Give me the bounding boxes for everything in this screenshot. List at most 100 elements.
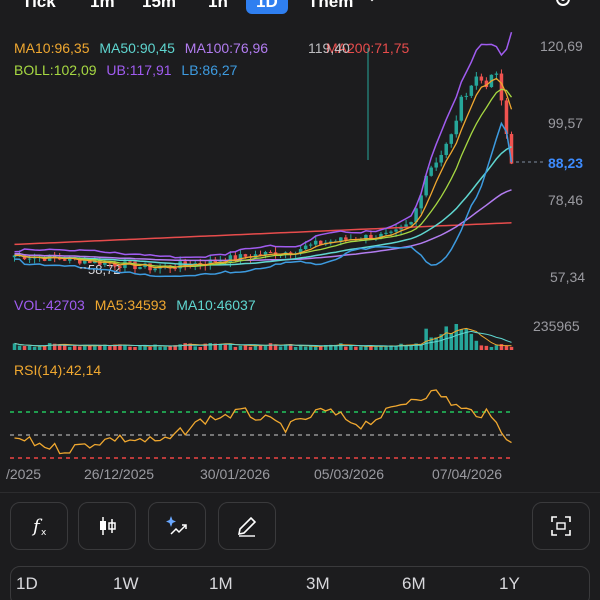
candle-body [384, 232, 388, 234]
range-1y[interactable]: 1Y [499, 574, 520, 594]
candle-body [464, 95, 469, 97]
volume-bar [349, 345, 353, 350]
volume-bar [233, 346, 238, 350]
candle-body [494, 73, 499, 75]
volume-bar [128, 346, 132, 350]
price-chart[interactable] [0, 0, 600, 480]
volume-bar [479, 345, 484, 350]
volume-bar [193, 346, 197, 350]
volume-bar [88, 345, 92, 350]
volume-bar [344, 346, 348, 350]
candle-body [449, 134, 454, 144]
volume-bar [47, 343, 52, 350]
date-label-5: 07/04/2026 [432, 466, 503, 482]
volume-bar [489, 346, 494, 350]
volume-bar [303, 346, 308, 350]
volume-bar [93, 346, 97, 350]
volume-bar [504, 345, 509, 350]
candle-body [459, 96, 464, 121]
vol-value: VOL:42703 [14, 297, 85, 313]
vol-ma5-value: MA5:34593 [94, 297, 167, 313]
candle-body [118, 266, 122, 268]
volume-bar [374, 346, 378, 350]
rsi-legend: RSI(14):42,14 [14, 362, 102, 378]
candle-body [313, 240, 318, 245]
candle-body [404, 224, 408, 227]
range-6m[interactable]: 6M [402, 574, 426, 594]
volume-bar [268, 343, 273, 350]
volume-bar [67, 346, 72, 350]
candle-body [469, 85, 474, 96]
volume-bar [248, 346, 253, 350]
ma200-line [14, 222, 512, 246]
date-label-3: 30/01/2026 [200, 466, 271, 482]
ma10-line [14, 77, 513, 269]
candle-body [389, 231, 393, 233]
volume-bar [223, 344, 228, 350]
volume-bar [12, 343, 17, 350]
volume-bar [434, 337, 438, 350]
candle-body [83, 260, 87, 264]
volume-bar [469, 333, 474, 350]
volume-bar [258, 345, 263, 350]
boll-mid-line [14, 88, 513, 268]
candle-body [27, 258, 32, 260]
range-1m[interactable]: 1M [209, 574, 233, 594]
volume-bar [509, 346, 514, 350]
pencil-icon [237, 516, 257, 537]
volume-axis-max: 235965 [533, 318, 580, 334]
candle-body [444, 143, 448, 155]
function-icon: fx [31, 516, 47, 538]
candle-body [228, 255, 233, 263]
volume-bar [384, 346, 388, 350]
volume-bar [17, 345, 22, 350]
candle-body [479, 76, 484, 81]
candle-body [439, 154, 443, 163]
chart-type-button[interactable] [78, 502, 136, 550]
volume-bar [133, 346, 137, 350]
volume-bar [339, 343, 343, 350]
svg-text:x: x [41, 528, 47, 538]
volume-bar [293, 346, 298, 350]
volume-bar [32, 346, 37, 350]
candle-body [268, 251, 273, 253]
indicator-button[interactable]: fx [10, 502, 68, 550]
vol-ma10-value: MA10:46037 [176, 297, 256, 313]
volume-bar [424, 328, 428, 350]
volume-bar [449, 333, 454, 350]
rsi-line [14, 389, 512, 455]
volume-bar [208, 343, 213, 350]
candle-body [344, 237, 348, 240]
candle-body [474, 76, 479, 86]
fullscreen-button[interactable] [532, 502, 590, 550]
draw-button[interactable] [218, 502, 276, 550]
volume-bar [108, 346, 112, 350]
divider [0, 492, 600, 493]
candles-group [12, 48, 514, 274]
range-3m[interactable]: 3M [306, 574, 330, 594]
candle-body [128, 261, 132, 263]
candle-body [429, 167, 433, 176]
volume-bar [158, 346, 162, 350]
volume-bar [484, 345, 489, 350]
candle-body [409, 222, 413, 225]
volume-bar [263, 345, 268, 350]
volume-bar [198, 346, 203, 350]
range-1w[interactable]: 1W [113, 574, 139, 594]
range-1d[interactable]: 1D [16, 574, 38, 594]
volume-legend: VOL:42703 MA5:34593 MA10:46037 [14, 297, 262, 313]
volume-bar [354, 346, 358, 350]
volume-bar [148, 346, 152, 350]
volume-bar [278, 346, 283, 350]
volume-bar [399, 343, 403, 350]
candle-body [394, 229, 398, 232]
ai-analysis-button[interactable] [148, 502, 206, 550]
sparkle-chart-icon [166, 516, 187, 535]
volume-bar [22, 346, 27, 350]
volume-bar [78, 346, 82, 350]
volume-bar [298, 346, 303, 350]
volume-bar [313, 346, 318, 350]
volume-bar [364, 346, 368, 350]
candle-body [454, 120, 459, 135]
volume-bar [27, 346, 32, 350]
